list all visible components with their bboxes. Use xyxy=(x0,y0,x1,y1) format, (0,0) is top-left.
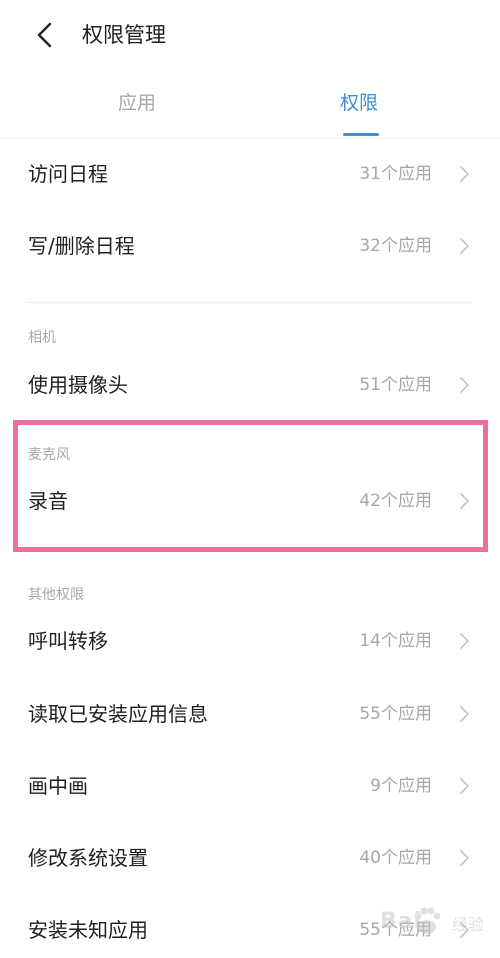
row-label: 修改系统设置 xyxy=(28,846,148,870)
chevron-right-icon xyxy=(457,237,471,255)
row-label: 使用摄像头 xyxy=(28,373,128,397)
row-app-count: 40个应用 xyxy=(359,848,432,868)
watermark-suffix: 经验 xyxy=(452,915,485,934)
section-header-camera: 相机 xyxy=(28,330,56,346)
section-header-microphone: 麦克风 xyxy=(28,447,70,463)
row-app-count: 14个应用 xyxy=(359,631,432,651)
chevron-left-icon xyxy=(37,22,52,48)
row-app-count: 42个应用 xyxy=(359,491,432,511)
paw-icon xyxy=(412,905,442,941)
row-label: 录音 xyxy=(28,489,68,513)
permission-row-modify-system-settings[interactable]: 修改系统设置 40个应用 xyxy=(0,830,500,886)
chevron-right-icon xyxy=(457,632,471,650)
permission-row-record-audio[interactable]: 录音 42个应用 xyxy=(0,473,500,529)
chevron-right-icon xyxy=(457,849,471,867)
app-header: 权限管理 xyxy=(0,0,500,70)
tab-permissions[interactable]: 权限 xyxy=(340,88,378,118)
row-label: 访问日程 xyxy=(28,162,108,186)
permission-row-call-forwarding[interactable]: 呼叫转移 14个应用 xyxy=(0,613,500,669)
row-app-count: 31个应用 xyxy=(359,164,432,184)
row-label: 呼叫转移 xyxy=(28,629,108,653)
permission-row-write-delete-calendar[interactable]: 写/删除日程 32个应用 xyxy=(0,218,500,274)
chevron-right-icon xyxy=(457,376,471,394)
row-label: 读取已安装应用信息 xyxy=(28,702,208,726)
row-app-count: 55个应用 xyxy=(359,704,432,724)
row-app-count: 9个应用 xyxy=(370,776,432,796)
permission-row-read-installed-apps[interactable]: 读取已安装应用信息 55个应用 xyxy=(0,686,500,742)
row-label: 写/删除日程 xyxy=(28,234,135,258)
tabs-divider xyxy=(0,138,500,139)
active-tab-indicator xyxy=(343,133,379,136)
baidu-watermark: Bai 经验 xyxy=(372,903,496,943)
tab-apps[interactable]: 应用 xyxy=(118,88,156,118)
row-app-count: 51个应用 xyxy=(359,375,432,395)
chevron-right-icon xyxy=(457,492,471,510)
permission-row-picture-in-picture[interactable]: 画中画 9个应用 xyxy=(0,758,500,814)
chevron-right-icon xyxy=(457,165,471,183)
permission-row-use-camera[interactable]: 使用摄像头 51个应用 xyxy=(0,357,500,413)
chevron-right-icon xyxy=(457,705,471,723)
row-label: 安装未知应用 xyxy=(28,918,148,942)
permission-row-access-calendar[interactable]: 访问日程 31个应用 xyxy=(0,146,500,202)
back-button[interactable] xyxy=(28,18,64,54)
section-divider xyxy=(28,302,472,303)
row-app-count: 32个应用 xyxy=(359,236,432,256)
tab-bar: 应用 权限 xyxy=(0,78,500,138)
row-label: 画中画 xyxy=(28,774,88,798)
section-header-other: 其他权限 xyxy=(28,587,84,603)
chevron-right-icon xyxy=(457,777,471,795)
page-title: 权限管理 xyxy=(82,23,166,47)
